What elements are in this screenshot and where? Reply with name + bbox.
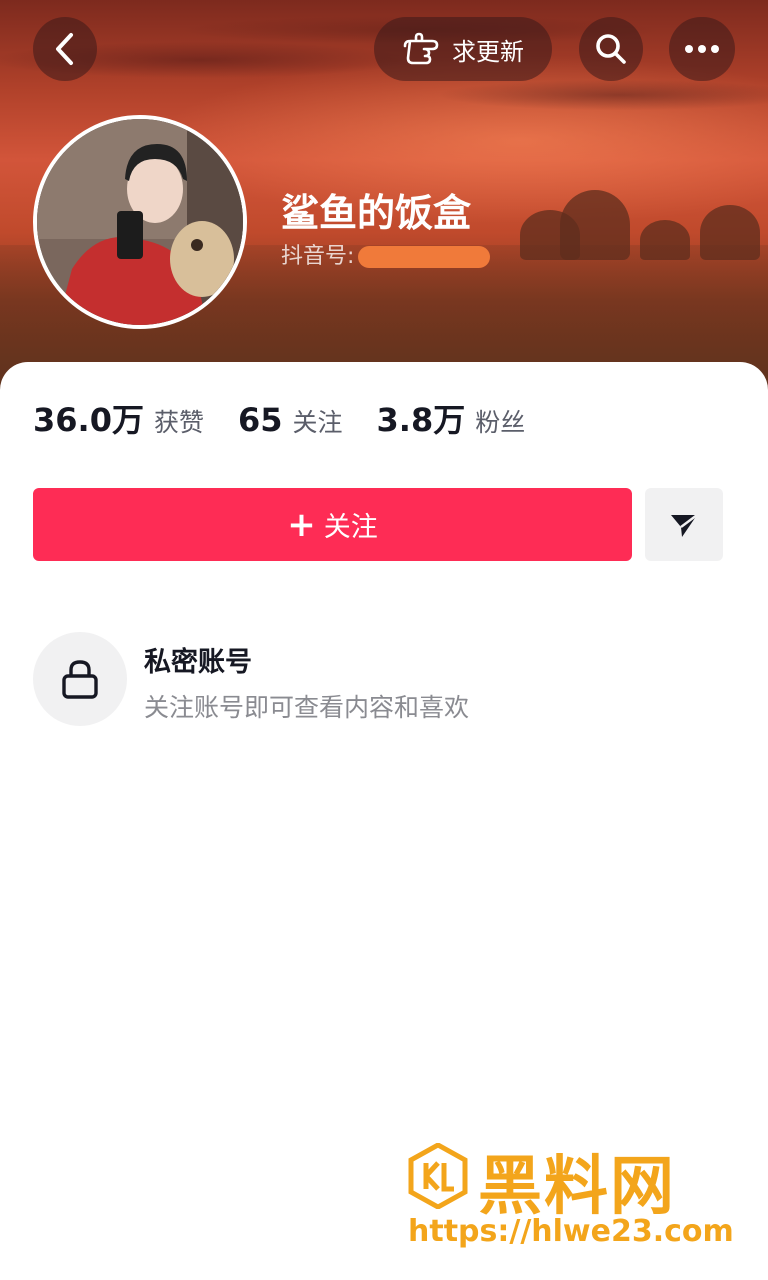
- stat-followers[interactable]: 3.8万 粉丝: [377, 395, 526, 441]
- stat-value: 36.0万: [33, 401, 144, 439]
- follow-label: 关注: [323, 512, 378, 543]
- stat-value: 65: [237, 401, 283, 439]
- back-button[interactable]: [33, 17, 97, 81]
- send-icon: [671, 513, 698, 537]
- pointing-hand-icon: [403, 32, 439, 65]
- watermark-logo-icon: [408, 1143, 468, 1209]
- chevron-left-icon: [56, 33, 73, 65]
- douyin-id-label: 抖音号:: [281, 244, 355, 269]
- lock-icon: [62, 660, 98, 699]
- search-button[interactable]: [579, 17, 643, 81]
- stat-label: 获赞: [153, 408, 204, 437]
- tree-silhouette: [700, 205, 760, 260]
- stats-row: 36.0万 获赞 65 关注 3.8万 粉丝: [33, 395, 525, 441]
- request-update-label: 求更新: [452, 37, 524, 66]
- stat-value: 3.8万: [376, 401, 466, 439]
- stat-label: 粉丝: [475, 408, 526, 437]
- private-account-title: 私密账号: [144, 647, 252, 678]
- tree-silhouette: [560, 190, 630, 260]
- stat-likes[interactable]: 36.0万 获赞: [33, 395, 204, 441]
- lock-badge: [33, 632, 127, 726]
- request-update-button[interactable]: 求更新: [374, 17, 552, 81]
- follow-button[interactable]: + 关注: [33, 488, 632, 561]
- avatar-photo: [37, 119, 243, 325]
- tree-silhouette: [640, 220, 690, 260]
- more-button[interactable]: [669, 17, 735, 81]
- redaction-mark: [358, 246, 490, 268]
- more-icon: [685, 45, 719, 53]
- watermark-url: https://hlwe23.com: [408, 1214, 734, 1249]
- send-message-button[interactable]: [645, 488, 723, 561]
- search-icon: [596, 34, 626, 64]
- stat-label: 关注: [292, 408, 343, 437]
- avatar[interactable]: [33, 115, 247, 329]
- plus-icon: +: [287, 504, 316, 545]
- username: 鲨鱼的饭盒: [281, 191, 472, 235]
- private-account-description: 关注账号即可查看内容和喜欢: [144, 693, 470, 722]
- stat-following[interactable]: 65 关注: [238, 401, 343, 439]
